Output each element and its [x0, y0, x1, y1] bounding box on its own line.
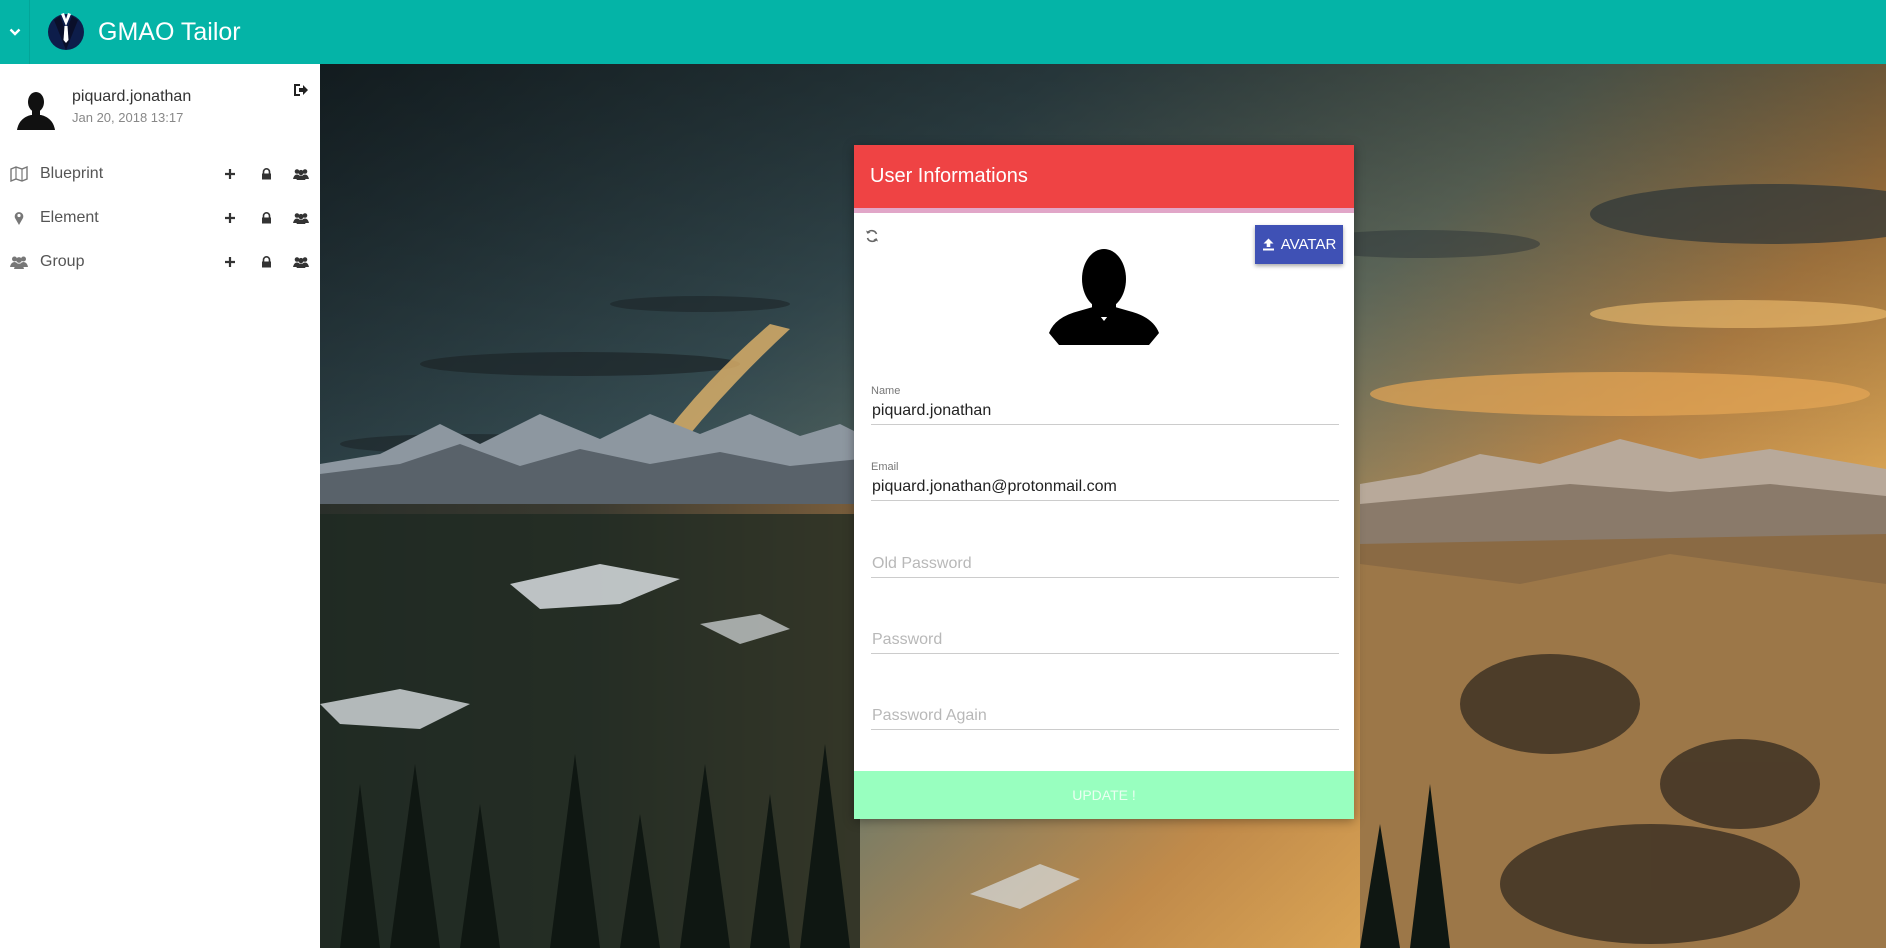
plus-icon [225, 213, 235, 223]
email-input[interactable] [871, 474, 1339, 501]
top-app-bar: GMAO Tailor [0, 0, 1886, 64]
lock-element-button[interactable] [258, 210, 274, 226]
user-avatar-icon [17, 92, 55, 130]
users-icon [293, 169, 309, 180]
update-button[interactable]: UPDATE ! [854, 771, 1354, 819]
logout-icon[interactable] [293, 82, 309, 98]
add-element-button[interactable] [222, 210, 238, 226]
users-icon [293, 257, 309, 268]
tailor-logo-icon [48, 13, 84, 50]
element-groups-button[interactable] [293, 210, 309, 226]
lock-icon [261, 256, 271, 268]
group-members-button[interactable] [293, 254, 309, 270]
sidebar-item-label: Group [40, 253, 85, 270]
user-information-card: User Informations AVATAR Name Email UPDA… [854, 145, 1354, 819]
name-input[interactable] [871, 398, 1339, 425]
avatar-button-label: AVATAR [1280, 236, 1337, 253]
plus-icon [225, 169, 235, 179]
lock-blueprint-button[interactable] [258, 166, 274, 182]
sidebar-item-label: Blueprint [40, 165, 104, 182]
password-again-input[interactable] [871, 703, 1339, 730]
add-blueprint-button[interactable] [222, 166, 238, 182]
lock-group-button[interactable] [258, 254, 274, 270]
sidebar-item-label: Element [40, 209, 99, 226]
last-login-date: Jan 20, 2018 13:17 [72, 110, 184, 125]
user-avatar-image [1049, 249, 1159, 345]
sidebar-item-blueprint[interactable]: Blueprint [0, 152, 320, 196]
sidebar: piquard.jonathan Jan 20, 2018 13:17 Blue… [0, 64, 320, 948]
lock-icon [261, 168, 271, 180]
plus-icon [225, 257, 235, 267]
old-password-input[interactable] [871, 551, 1339, 578]
upload-icon [1262, 238, 1274, 251]
map-icon [10, 166, 28, 182]
card-header: User Informations [854, 145, 1354, 213]
users-icon [293, 213, 309, 224]
password-input[interactable] [871, 627, 1339, 654]
lock-icon [261, 212, 271, 224]
blueprint-groups-button[interactable] [293, 166, 309, 182]
sidebar-item-group[interactable]: Group [0, 240, 320, 284]
sidebar-toggle-button[interactable] [0, 0, 30, 64]
app-title: GMAO Tailor [98, 17, 241, 46]
sidebar-item-element[interactable]: Element [0, 196, 320, 240]
chevron-down-icon [9, 28, 20, 36]
refresh-icon[interactable] [865, 229, 879, 243]
name-label: Name [871, 385, 901, 397]
users-icon [10, 256, 28, 269]
user-profile-summary: piquard.jonathan Jan 20, 2018 13:17 [0, 64, 320, 152]
upload-avatar-button[interactable]: AVATAR [1255, 225, 1343, 264]
user-name: piquard.jonathan [72, 88, 192, 105]
map-marker-icon [14, 212, 24, 225]
add-group-button[interactable] [222, 254, 238, 270]
email-label: Email [871, 461, 899, 473]
card-title: User Informations [870, 165, 1028, 187]
